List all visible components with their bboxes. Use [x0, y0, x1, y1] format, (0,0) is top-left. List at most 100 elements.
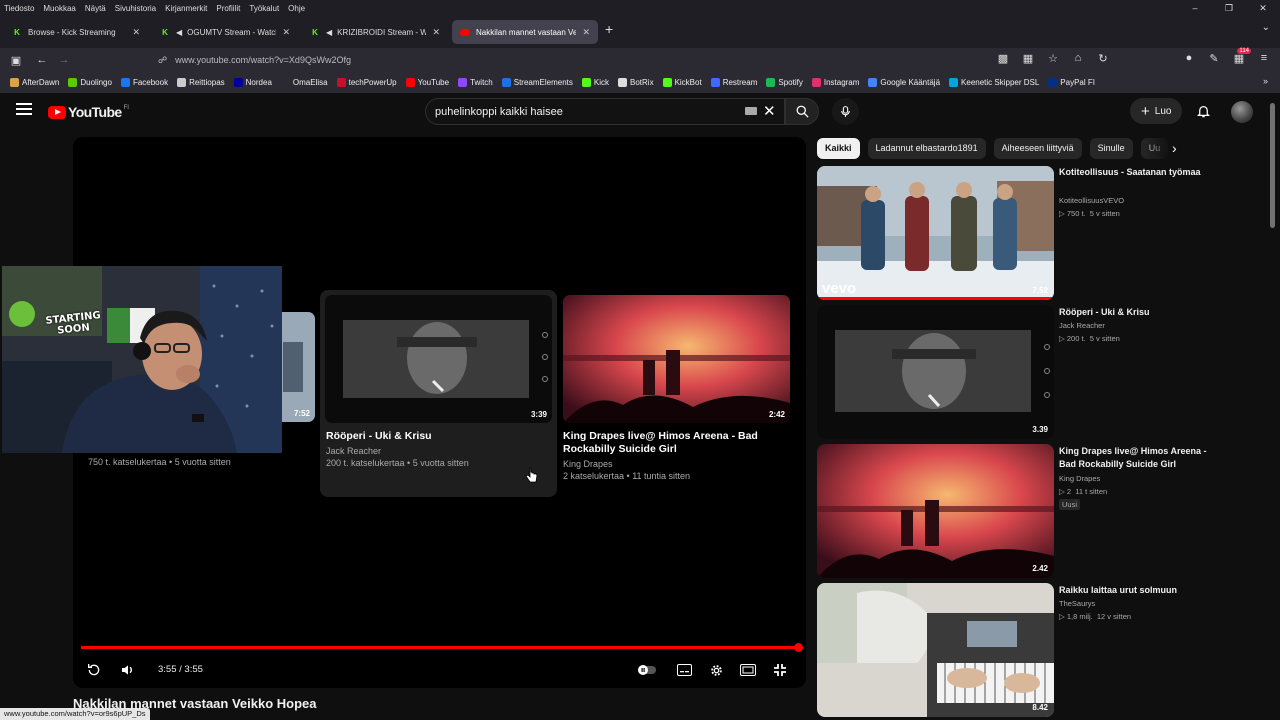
recommendation-channel[interactable]: Jack Reacher	[1059, 321, 1105, 330]
recommendation-title[interactable]: King Drapes live@ Himos Areena - Bad Roc…	[1059, 445, 1209, 471]
autoplay-toggle[interactable]	[637, 661, 657, 679]
bookmark-item[interactable]: Instagram	[811, 78, 859, 87]
menu-help[interactable]: Ohje	[284, 4, 310, 13]
notifications-icon[interactable]	[1196, 103, 1211, 124]
subtitles-button[interactable]	[673, 661, 695, 679]
menu-icon[interactable]: ≡	[1256, 52, 1272, 65]
bookmark-star-icon[interactable]: ☆	[1045, 52, 1061, 65]
endscreen-video-3-title[interactable]: King Drapes live@ Himos Areena - Bad Roc…	[563, 430, 793, 456]
sidebar-toggle-icon[interactable]: ▣	[5, 54, 27, 67]
settings-button[interactable]	[705, 661, 727, 679]
endscreen-video-2[interactable]: 3:39	[325, 295, 552, 423]
search-button[interactable]	[785, 98, 819, 125]
recommendation-1[interactable]: vevo 7.52 Kotiteollisuus - Saatanan työm…	[817, 166, 1237, 300]
bookmark-item[interactable]: Google Kääntäjä	[868, 78, 940, 87]
recommendation-channel[interactable]: King Drapes	[1059, 474, 1100, 483]
recommendation-thumbnail[interactable]: 2.42	[817, 444, 1054, 578]
addon-icon[interactable]: ▦ 114	[1231, 48, 1251, 65]
endscreen-video-3[interactable]: 2:42	[563, 295, 790, 423]
chip-for-you[interactable]: Sinulle	[1089, 138, 1133, 159]
minimize-icon[interactable]: –	[1178, 0, 1212, 16]
close-tab-icon[interactable]: ✕	[582, 27, 590, 38]
recommendation-channel[interactable]: TheSaurys	[1059, 599, 1095, 608]
account-icon[interactable]: ●	[1181, 52, 1197, 65]
bookmark-item[interactable]: AfterDawn	[10, 78, 59, 87]
bookmark-item[interactable]: StreamElements	[501, 78, 573, 87]
keyboard-icon[interactable]	[745, 107, 757, 115]
theater-mode-button[interactable]	[737, 661, 759, 679]
bookmark-item[interactable]: Kick	[581, 78, 609, 87]
recommendation-4[interactable]: 8.42 Raikku laittaa urut solmuun TheSaur…	[817, 583, 1237, 717]
recommendation-title[interactable]: Raikku laittaa urut solmuun	[1059, 584, 1209, 597]
tab-youtube-active[interactable]: Nakkilan mannet vastaan Veik ✕	[452, 20, 598, 44]
recommendation-title[interactable]: Rööperi - Uki & Krisu	[1059, 306, 1209, 319]
recommendation-3[interactable]: 2.42 King Drapes live@ Himos Areena - Ba…	[817, 444, 1237, 578]
menu-history[interactable]: Sivuhistoria	[111, 4, 161, 13]
tab-ogumtv[interactable]: K ◀ OGUMTV Stream - Watch L ✕	[152, 20, 298, 44]
menu-tools[interactable]: Työkalut	[245, 4, 284, 13]
menu-view[interactable]: Näytä	[81, 4, 111, 13]
menu-bookmarks[interactable]: Kirjanmerkit	[161, 4, 212, 13]
bookmark-item[interactable]: Spotify	[766, 78, 803, 87]
chevron-down-icon[interactable]: ⌄	[1262, 22, 1270, 33]
bookmark-item[interactable]: techPowerUp	[336, 78, 397, 87]
speaker-icon[interactable]: ◀	[326, 28, 332, 37]
scrubber-handle[interactable]	[794, 643, 803, 652]
forward-icon[interactable]: →	[53, 54, 75, 66]
bookmark-item[interactable]: Nordea	[233, 78, 272, 87]
recommendation-thumbnail[interactable]: vevo 7.52	[817, 166, 1054, 300]
scrollbar-thumb[interactable]	[1270, 103, 1275, 228]
bookmark-item[interactable]: PayPal FI	[1048, 78, 1095, 87]
close-window-icon[interactable]: ✕	[1246, 0, 1280, 16]
screenshot-icon[interactable]: ▦	[1020, 52, 1036, 65]
recommendation-channel[interactable]: KotiteollisuusVEVO	[1059, 196, 1124, 205]
back-icon[interactable]: ←	[31, 54, 53, 66]
replay-button[interactable]	[83, 661, 105, 679]
close-tab-icon[interactable]: ✕	[432, 27, 440, 38]
recommendation-2[interactable]: 3.39 Rööperi - Uki & Krisu Jack Reacher …	[817, 305, 1237, 439]
new-tab-icon[interactable]: +	[605, 21, 613, 37]
bookmarks-overflow-icon[interactable]: »	[1263, 76, 1268, 86]
bookmark-item[interactable]: Facebook	[120, 78, 168, 87]
endscreen-video-2-title[interactable]: Rööperi - Uki & Krisu	[326, 430, 551, 443]
search-input[interactable]: puhelinkoppi kaikki haisee	[425, 98, 785, 125]
fullscreen-button[interactable]	[769, 661, 791, 679]
menu-edit[interactable]: Muokkaa	[39, 4, 80, 13]
page-scrollbar[interactable]	[1265, 93, 1280, 720]
create-button[interactable]: + Luo	[1130, 98, 1183, 124]
site-info-icon[interactable]: ☍	[158, 55, 167, 66]
recommendation-thumbnail[interactable]: 3.39	[817, 305, 1054, 439]
chip-uploaded-by[interactable]: Ladannut elbastardo1891	[867, 138, 986, 159]
youtube-logo[interactable]: YouTube FI	[48, 104, 129, 120]
close-tab-icon[interactable]: ✕	[132, 27, 140, 38]
picture-in-picture-icon[interactable]: ▩	[995, 52, 1011, 65]
hamburger-menu-icon[interactable]	[16, 103, 32, 118]
recommendation-title[interactable]: Kotiteollisuus - Saatanan työmaa	[1059, 166, 1209, 179]
volume-button[interactable]	[117, 661, 139, 679]
bookmark-item[interactable]: OmaElisa	[280, 78, 328, 87]
bookmark-item[interactable]: Keenetic Skipper DSL	[949, 78, 1039, 87]
bookmark-item[interactable]: Twitch	[458, 78, 493, 87]
speaker-icon[interactable]: ◀	[176, 28, 182, 37]
avatar[interactable]	[1231, 101, 1253, 123]
bookmark-item[interactable]: KickBot	[662, 78, 702, 87]
bookmark-item[interactable]: Duolingo	[68, 78, 112, 87]
menu-file[interactable]: Tiedosto	[0, 4, 39, 13]
recommendation-thumbnail[interactable]: 8.42	[817, 583, 1054, 717]
voice-search-button[interactable]	[832, 98, 859, 125]
chevron-right-icon[interactable]: ›	[1172, 140, 1177, 156]
url-bar[interactable]: ☍ www.youtube.com/watch?v=Xd9QsWw2Ofg	[150, 50, 980, 70]
bookmark-item[interactable]: Restream	[710, 78, 757, 87]
bookmark-item[interactable]: YouTube	[405, 78, 449, 87]
bookmark-item[interactable]: BotRix	[618, 78, 654, 87]
reload-icon[interactable]: ↻	[1095, 52, 1111, 65]
extensions-icon[interactable]: ✎	[1206, 52, 1222, 65]
chip-related[interactable]: Aiheeseen liittyviä	[993, 138, 1082, 159]
clear-search-icon[interactable]: ✕	[763, 102, 776, 120]
restore-icon[interactable]: ❐	[1212, 0, 1246, 16]
progress-bar[interactable]	[81, 643, 803, 652]
menu-profiles[interactable]: Profiilit	[212, 4, 245, 13]
tab-kick-browse[interactable]: K Browse - Kick Streaming ✕	[4, 20, 148, 44]
tab-krizibroidi[interactable]: K ◀ KRIZIBROIDI Stream - Watc ✕	[302, 20, 448, 44]
bookmark-item[interactable]: Reittiopas	[177, 78, 225, 87]
